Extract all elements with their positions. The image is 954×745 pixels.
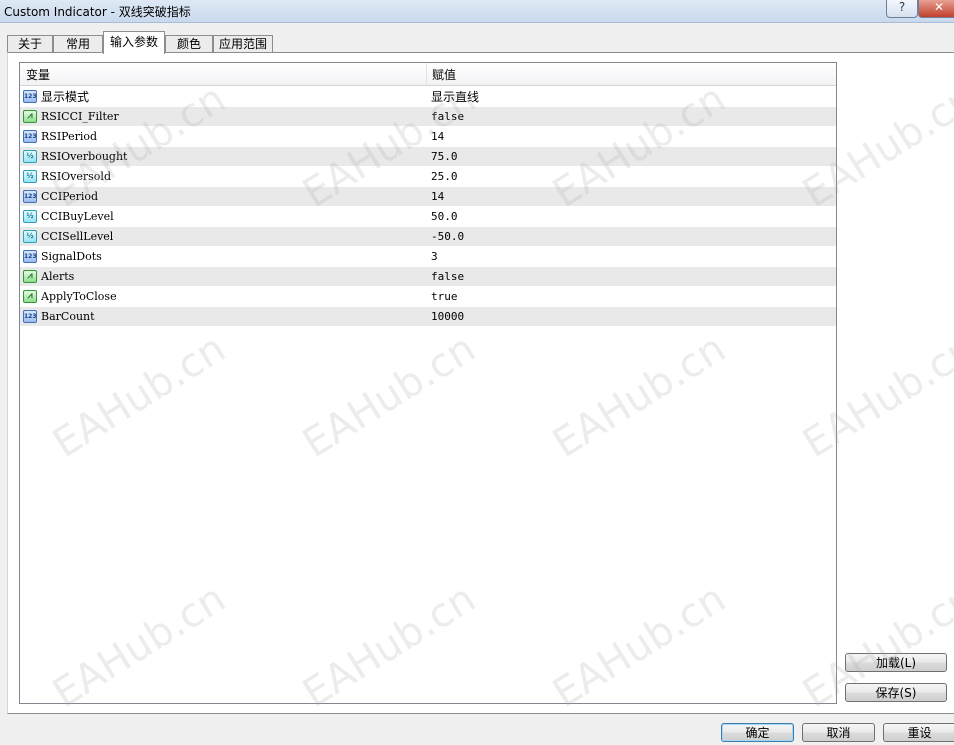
reset-button[interactable]: 重设 (883, 723, 954, 742)
table-row[interactable]: ⩘ ApplyToClose true (20, 287, 836, 307)
help-icon: ? (898, 0, 906, 14)
tab-visualization[interactable]: 应用范围 (213, 35, 273, 53)
window-title: Custom Indicator - 双线突破指标 (4, 5, 191, 19)
parameter-value[interactable]: false (431, 267, 831, 287)
help-button[interactable]: ? (886, 0, 918, 18)
int-icon: 123 (23, 190, 37, 203)
close-icon: ✕ (933, 0, 945, 14)
parameter-value[interactable]: false (431, 107, 831, 127)
table-body: 123 显示模式 显示直线 ⩘ RSICCI_Filter false 123 RSIPeri… (20, 87, 836, 327)
parameter-name: RSIOverbought (41, 150, 128, 163)
double-icon: ½ (23, 150, 37, 163)
parameter-value[interactable]: 显示直线 (431, 87, 831, 107)
tab-common[interactable]: 常用 (53, 35, 103, 53)
parameter-value[interactable]: 25.0 (431, 167, 831, 187)
tab-label: 颜色 (176, 37, 201, 51)
table-row[interactable]: 123 RSIPeriod 14 (20, 127, 836, 147)
table-row[interactable]: ½ CCIBuyLevel 50.0 (20, 207, 836, 227)
table-row[interactable]: ⩘ Alerts false (20, 267, 836, 287)
bool-icon: ⩘ (23, 270, 37, 283)
int-icon: 123 (23, 130, 37, 143)
table-row[interactable]: 123 显示模式 显示直线 (20, 87, 836, 107)
int-icon: 123 (23, 310, 37, 323)
tab-label: 关于 (17, 37, 42, 51)
tab-colors[interactable]: 颜色 (165, 35, 213, 53)
close-button[interactable]: ✕ (918, 0, 954, 18)
custom-indicator-dialog: Custom Indicator - 双线突破指标 ? ✕ 关于 常用 输入参数… (0, 0, 954, 745)
parameter-value[interactable]: 75.0 (431, 147, 831, 167)
parameter-name: RSIOversold (41, 170, 111, 183)
table-row[interactable]: 123 CCIPeriod 14 (20, 187, 836, 207)
column-header-variable[interactable]: 变量 (20, 63, 427, 85)
save-button[interactable]: 保存(S) (845, 683, 947, 702)
double-icon: ½ (23, 230, 37, 243)
double-icon: ½ (23, 170, 37, 183)
table-row[interactable]: ½ CCISellLevel -50.0 (20, 227, 836, 247)
parameter-value[interactable]: 3 (431, 247, 831, 267)
table-row[interactable]: ½ RSIOversold 25.0 (20, 167, 836, 187)
parameter-value[interactable]: 10000 (431, 307, 831, 327)
table-row[interactable]: ½ RSIOverbought 75.0 (20, 147, 836, 167)
parameter-name: 显示模式 (41, 90, 90, 104)
tab-label: 常用 (65, 37, 90, 51)
parameter-value[interactable]: 50.0 (431, 207, 831, 227)
tab-label: 输入参数 (109, 35, 158, 49)
table-row[interactable]: 123 SignalDots 3 (20, 247, 836, 267)
parameter-name: CCIPeriod (41, 190, 99, 203)
column-header-value[interactable]: 赋值 (427, 63, 836, 85)
parameter-name: BarCount (41, 310, 95, 323)
int-icon: 123 (23, 90, 37, 103)
parameter-name: ApplyToClose (41, 290, 117, 303)
double-icon: ½ (23, 210, 37, 223)
parameter-name: CCISellLevel (41, 230, 114, 243)
parameter-name: SignalDots (41, 250, 102, 263)
parameter-value[interactable]: -50.0 (431, 227, 831, 247)
parameter-value[interactable]: 14 (431, 187, 831, 207)
parameter-name: RSIPeriod (41, 130, 98, 143)
load-button[interactable]: 加载(L) (845, 653, 947, 672)
bool-icon: ⩘ (23, 110, 37, 123)
parameters-table: 变量 赋值 123 显示模式 显示直线 ⩘ RSICCI_Filter false 123 R… (19, 62, 837, 704)
cancel-button[interactable]: 取消 (802, 723, 875, 742)
title-bar[interactable]: Custom Indicator - 双线突破指标 ? ✕ (0, 0, 954, 23)
tab-about[interactable]: 关于 (7, 35, 53, 53)
int-icon: 123 (23, 250, 37, 263)
tab-label: 应用范围 (218, 37, 267, 51)
parameter-name: RSICCI_Filter (41, 110, 119, 123)
parameter-value[interactable]: true (431, 287, 831, 307)
ok-button[interactable]: 确定 (721, 723, 794, 742)
parameter-name: CCIBuyLevel (41, 210, 114, 223)
tab-inputs[interactable]: 输入参数 (103, 31, 165, 54)
table-row[interactable]: ⩘ RSICCI_Filter false (20, 107, 836, 127)
parameter-name: Alerts (41, 270, 75, 283)
table-row[interactable]: 123 BarCount 10000 (20, 307, 836, 327)
bool-icon: ⩘ (23, 290, 37, 303)
table-header: 变量 赋值 (20, 63, 836, 86)
parameter-value[interactable]: 14 (431, 127, 831, 147)
